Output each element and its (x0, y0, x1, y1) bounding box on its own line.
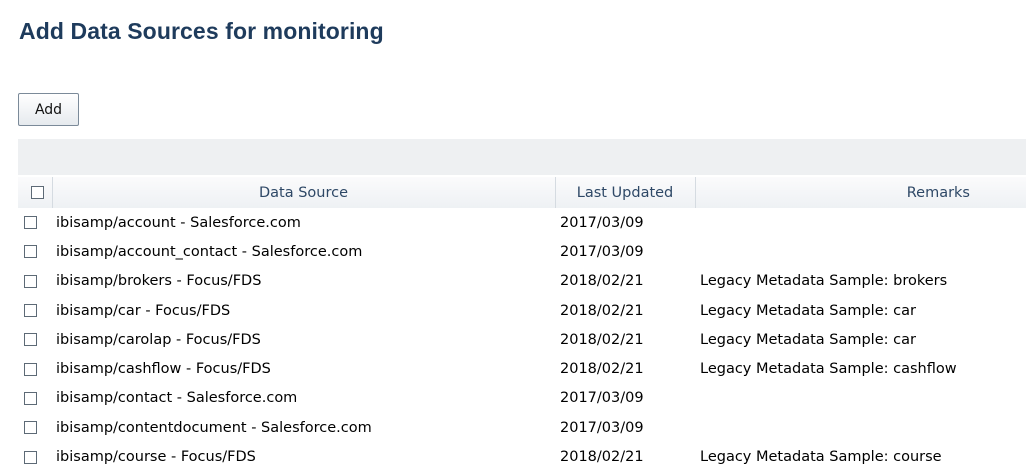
last-updated-cell: 2017/03/09 (560, 243, 644, 260)
last-updated-cell: 2017/03/09 (560, 390, 644, 407)
row-checkbox[interactable] (24, 245, 37, 259)
table-row[interactable]: ibisamp/contentdocument - Salesforce.com… (18, 413, 1026, 442)
grid-toolbar-band (18, 139, 1026, 175)
last-updated-cell: 2018/02/21 (560, 331, 644, 348)
select-all-checkbox[interactable] (31, 186, 45, 199)
data-source-cell: ibisamp/account - Salesforce.com (56, 214, 301, 231)
column-header-data-source[interactable]: Data Source (52, 177, 556, 208)
row-checkbox-cell (18, 208, 52, 237)
data-source-cell: ibisamp/contact - Salesforce.com (56, 390, 298, 407)
data-source-cell: ibisamp/car - Focus/FDS (56, 302, 231, 319)
row-checkbox[interactable] (24, 421, 37, 435)
table-row[interactable]: ibisamp/contact - Salesforce.com 2017/03/… (18, 384, 1026, 413)
remarks-cell: Legacy Metadata Sample: car (700, 302, 916, 319)
table-row[interactable]: ibisamp/account_contact - Salesforce.com… (18, 237, 1026, 266)
row-checkbox[interactable] (24, 274, 37, 288)
row-checkbox[interactable] (24, 362, 37, 376)
remarks-cell: Legacy Metadata Sample: cashflow (700, 361, 957, 378)
add-button[interactable]: Add (18, 93, 79, 126)
table-row[interactable]: ibisamp/carolap - Focus/FDS 2018/02/21 Leg… (18, 325, 1026, 354)
last-updated-cell: 2017/03/09 (560, 419, 644, 436)
data-source-cell: ibisamp/contentdocument - Salesforce.com (56, 419, 372, 436)
data-source-cell: ibisamp/course - Focus/FDS (56, 449, 256, 466)
row-checkbox-cell (18, 296, 52, 325)
row-checkbox-cell (18, 237, 52, 266)
table-row[interactable]: ibisamp/course - Focus/FDS 2018/02/21 Lega… (18, 442, 1026, 471)
remarks-cell (695, 237, 1026, 266)
last-updated-cell: 2017/03/09 (560, 214, 644, 231)
select-all-header-cell (18, 177, 53, 208)
remarks-cell (695, 208, 1026, 237)
row-checkbox[interactable] (24, 450, 37, 464)
row-checkbox-cell (18, 384, 52, 413)
last-updated-cell: 2018/02/21 (560, 449, 644, 466)
row-checkbox[interactable] (24, 391, 37, 405)
table-row[interactable]: ibisamp/brokers - Focus/FDS 2018/02/21 Leg… (18, 267, 1026, 296)
table-header-row: Data Source Last Updated Remarks (18, 177, 1026, 208)
remarks-cell: Legacy Metadata Sample: brokers (700, 273, 948, 290)
table-row[interactable]: ibisamp/account - Salesforce.com 2017/03/… (18, 208, 1026, 237)
data-source-cell: ibisamp/carolap - Focus/FDS (56, 331, 261, 348)
remarks-cell: Legacy Metadata Sample: car (700, 331, 916, 348)
row-checkbox-cell (18, 267, 52, 296)
last-updated-cell: 2018/02/21 (560, 302, 644, 319)
row-checkbox-cell (18, 325, 52, 354)
row-checkbox-cell (18, 442, 52, 471)
table-row[interactable]: ibisamp/car - Focus/FDS 2018/02/21 Legacy … (18, 296, 1026, 325)
remarks-cell: Legacy Metadata Sample: course (700, 449, 942, 466)
data-sources-table: Data Source Last Updated Remarks ibisamp… (18, 177, 1026, 472)
row-checkbox[interactable] (24, 216, 37, 230)
remarks-cell (695, 384, 1026, 413)
table-row[interactable]: ibisamp/cashflow - Focus/FDS 2018/02/21 Le… (18, 354, 1026, 383)
row-checkbox[interactable] (24, 333, 37, 347)
data-source-cell: ibisamp/brokers - Focus/FDS (56, 273, 262, 290)
data-source-cell: ibisamp/cashflow - Focus/FDS (56, 361, 271, 378)
column-header-last-updated[interactable]: Last Updated (555, 177, 696, 208)
last-updated-cell: 2018/02/21 (560, 361, 644, 378)
page: Add Data Sources for monitoring Add Data… (0, 0, 1026, 475)
row-checkbox-cell (18, 413, 52, 442)
row-checkbox[interactable] (24, 304, 37, 318)
page-title: Add Data Sources for monitoring (19, 18, 384, 44)
table-body: ibisamp/account - Salesforce.com 2017/03/… (18, 208, 1026, 472)
data-source-cell: ibisamp/account_contact - Salesforce.com (56, 243, 363, 260)
last-updated-cell: 2018/02/21 (560, 273, 644, 290)
column-header-remarks[interactable]: Remarks (695, 177, 1026, 208)
row-checkbox-cell (18, 354, 52, 383)
remarks-cell (695, 413, 1026, 442)
